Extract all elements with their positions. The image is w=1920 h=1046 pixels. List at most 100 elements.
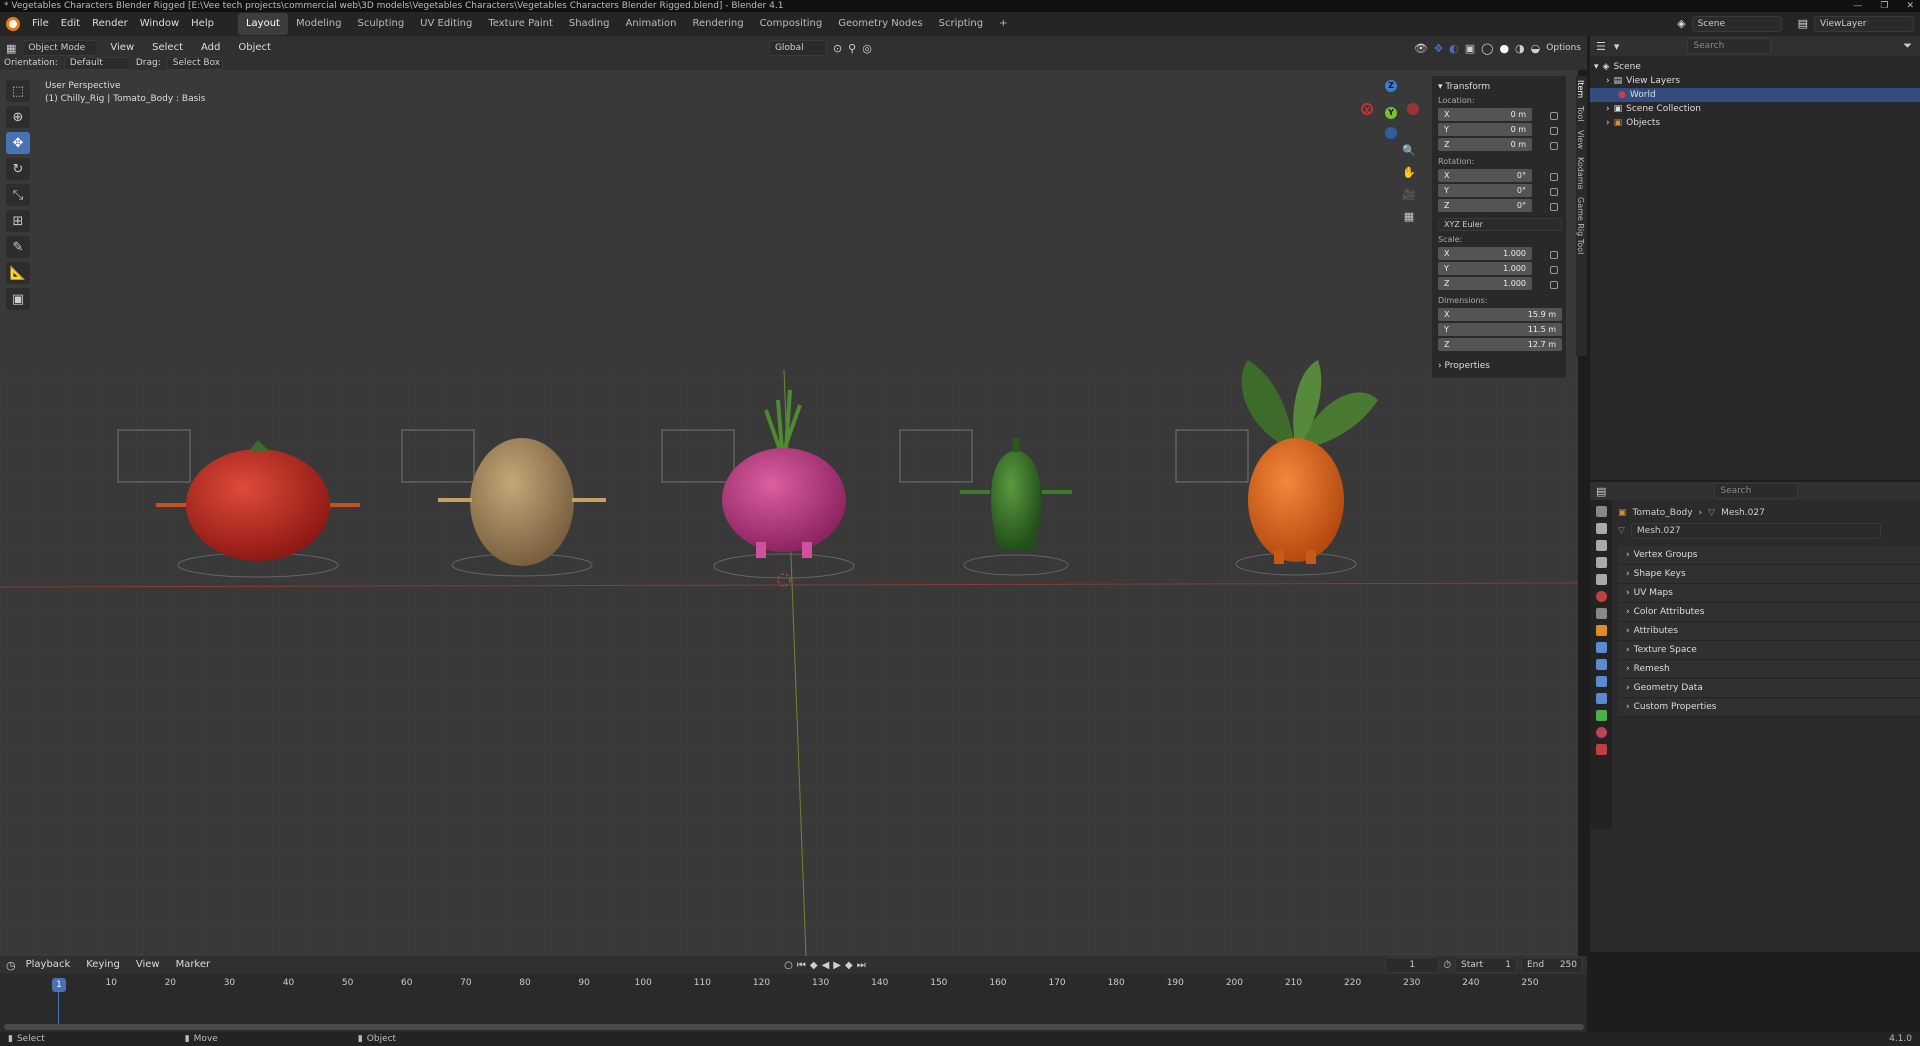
drag-dropdown[interactable]: Select Box bbox=[166, 56, 223, 70]
tab-geometry-nodes[interactable]: Geometry Nodes bbox=[830, 13, 930, 35]
menu-window[interactable]: Window bbox=[134, 12, 185, 36]
properties-search-input[interactable]: Search bbox=[1714, 483, 1799, 499]
tab-uv-editing[interactable]: UV Editing bbox=[412, 13, 480, 35]
tab-compositing[interactable]: Compositing bbox=[752, 13, 831, 35]
scene-selector-icon[interactable]: ◈ bbox=[1671, 12, 1691, 36]
panel-color-attributes[interactable]: › Color Attributes bbox=[1618, 603, 1920, 622]
transform-tool-icon[interactable]: ⊞ bbox=[6, 210, 30, 232]
chilli-character[interactable] bbox=[898, 420, 1098, 580]
sidebar-tab-item[interactable]: Item bbox=[1576, 76, 1585, 102]
perspective-toggle-icon[interactable]: ▦ bbox=[1400, 208, 1418, 226]
move-tool-icon[interactable]: ✥ bbox=[6, 132, 30, 154]
gizmo-z-axis[interactable]: Z bbox=[1385, 80, 1397, 92]
modifier-tab-icon[interactable] bbox=[1595, 642, 1607, 653]
gizmo-x-axis[interactable]: X bbox=[1361, 103, 1373, 115]
output-tab-icon[interactable] bbox=[1595, 540, 1607, 551]
filter-icon[interactable]: ⏷ bbox=[1903, 39, 1912, 53]
proportional-edit-icon[interactable]: ◎ bbox=[862, 42, 872, 55]
panel-vertex-groups[interactable]: › Vertex Groups bbox=[1618, 546, 1920, 565]
panel-custom-properties[interactable]: › Custom Properties bbox=[1618, 698, 1920, 717]
shading-solid-icon[interactable]: ● bbox=[1499, 42, 1509, 55]
outliner-item-scene-collection[interactable]: › ▣ Scene Collection bbox=[1590, 102, 1920, 116]
lock-icon[interactable] bbox=[1550, 187, 1558, 196]
lock-icon[interactable] bbox=[1550, 141, 1558, 150]
editor-type-icon[interactable]: ▦ bbox=[6, 42, 16, 55]
world-tab-icon[interactable] bbox=[1595, 591, 1607, 602]
shading-wireframe-icon[interactable]: ◯ bbox=[1481, 42, 1493, 55]
expand-icon[interactable]: › bbox=[1606, 104, 1610, 114]
xray-icon[interactable]: ▣ bbox=[1465, 42, 1475, 55]
constraints-tab-icon[interactable] bbox=[1595, 693, 1607, 704]
3d-cursor-icon[interactable] bbox=[776, 572, 792, 588]
object-tab-icon[interactable] bbox=[1595, 625, 1607, 636]
location-y-field[interactable]: Y 0 m bbox=[1438, 123, 1532, 136]
particles-tab-icon[interactable] bbox=[1595, 659, 1607, 670]
menu-help[interactable]: Help bbox=[185, 12, 220, 36]
scale-tool-icon[interactable]: ⤡ bbox=[6, 184, 30, 206]
rotation-z-field[interactable]: Z 0° bbox=[1438, 199, 1532, 212]
scale-x-field[interactable]: X 1.000 bbox=[1438, 247, 1532, 260]
tab-shading[interactable]: Shading bbox=[561, 13, 618, 35]
onion-character[interactable] bbox=[660, 360, 890, 580]
tab-sculpting[interactable]: Sculpting bbox=[349, 13, 412, 35]
cursor-tool-icon[interactable]: ⊕ bbox=[6, 106, 30, 128]
playhead[interactable]: 1 bbox=[52, 978, 66, 992]
add-workspace-icon[interactable]: + bbox=[991, 13, 1015, 35]
sidebar-tab-kodama[interactable]: Kodama bbox=[1576, 153, 1585, 193]
overlay-toggle-icon[interactable]: ◐ bbox=[1449, 42, 1459, 55]
scale-y-field[interactable]: Y 1.000 bbox=[1438, 262, 1532, 275]
measure-tool-icon[interactable]: 📐 bbox=[6, 262, 30, 284]
lock-icon[interactable] bbox=[1550, 280, 1558, 289]
texture-tab-icon[interactable] bbox=[1595, 744, 1607, 755]
expand-icon[interactable]: › bbox=[1606, 76, 1610, 86]
gizmo-toggle-icon[interactable]: ✥ bbox=[1434, 42, 1443, 55]
close-icon[interactable]: ✕ bbox=[1906, 0, 1914, 12]
options-button[interactable]: Options bbox=[1546, 43, 1581, 53]
shading-rendered-icon[interactable]: ◒ bbox=[1531, 42, 1541, 55]
carrot-character[interactable] bbox=[1168, 350, 1408, 580]
rotation-y-field[interactable]: Y 0° bbox=[1438, 184, 1532, 197]
lock-icon[interactable] bbox=[1550, 202, 1558, 211]
location-z-field[interactable]: Z 0 m bbox=[1438, 138, 1532, 151]
tab-texture-paint[interactable]: Texture Paint bbox=[480, 13, 561, 35]
panel-texture-space[interactable]: › Texture Space bbox=[1618, 641, 1920, 660]
rotate-tool-icon[interactable]: ↻ bbox=[6, 158, 30, 180]
scene-field[interactable]: Scene bbox=[1691, 16, 1782, 32]
breadcrumb-data[interactable]: Mesh.027 bbox=[1721, 508, 1765, 518]
orientation-dropdown[interactable]: Default bbox=[63, 56, 130, 70]
lock-icon[interactable] bbox=[1550, 111, 1558, 120]
panel-geometry-data[interactable]: › Geometry Data bbox=[1618, 679, 1920, 698]
frame-ruler[interactable]: 1102030405060708090100110120130140150160… bbox=[0, 956, 1587, 1032]
dimensions-z-field[interactable]: Z 12.7 m bbox=[1438, 338, 1562, 351]
dimensions-x-field[interactable]: X 15.9 m bbox=[1438, 308, 1562, 321]
tool-tab-icon[interactable] bbox=[1595, 506, 1607, 517]
pan-hand-icon[interactable]: ✋ bbox=[1400, 164, 1418, 182]
collection-tab-icon[interactable] bbox=[1595, 608, 1607, 619]
tab-modeling[interactable]: Modeling bbox=[288, 13, 350, 35]
outliner-item-view-layers[interactable]: › ▤ View Layers bbox=[1590, 74, 1920, 88]
render-tab-icon[interactable] bbox=[1595, 523, 1607, 534]
mode-selector[interactable]: Object Mode bbox=[22, 40, 99, 56]
mesh-name-field[interactable]: Mesh.027 bbox=[1630, 523, 1881, 539]
scale-z-field[interactable]: Z 1.000 bbox=[1438, 277, 1532, 290]
snap-icon[interactable]: ⚲ bbox=[848, 42, 856, 55]
zoom-icon[interactable]: 🔍 bbox=[1400, 142, 1418, 160]
visibility-icon[interactable]: 👁 bbox=[1414, 42, 1428, 55]
panel-shape-keys[interactable]: › Shape Keys bbox=[1618, 565, 1920, 584]
annotate-tool-icon[interactable]: ✎ bbox=[6, 236, 30, 258]
minimize-icon[interactable]: — bbox=[1853, 0, 1862, 12]
tab-layout[interactable]: Layout bbox=[237, 13, 288, 35]
gizmo-neg-x[interactable] bbox=[1407, 103, 1419, 115]
sidebar-tab-tool[interactable]: Tool bbox=[1576, 102, 1585, 126]
outliner-search-input[interactable]: Search bbox=[1687, 38, 1772, 54]
transform-header[interactable]: ▾ Transform bbox=[1438, 82, 1560, 92]
sidebar-tab-game-rig-tool[interactable]: Game Rig Tool bbox=[1576, 193, 1585, 258]
timeline-scrollbar[interactable] bbox=[4, 1024, 1584, 1030]
maximize-icon[interactable]: ❐ bbox=[1880, 0, 1888, 12]
panel-attributes[interactable]: › Attributes bbox=[1618, 622, 1920, 641]
properties-editor-icon[interactable]: ▤ bbox=[1596, 485, 1606, 498]
outliner-editor-icon[interactable]: ☰ bbox=[1596, 40, 1606, 53]
dimensions-y-field[interactable]: Y 11.5 m bbox=[1438, 323, 1562, 336]
menu-file[interactable]: File bbox=[26, 12, 55, 36]
sidebar-tab-view[interactable]: View bbox=[1576, 126, 1585, 153]
